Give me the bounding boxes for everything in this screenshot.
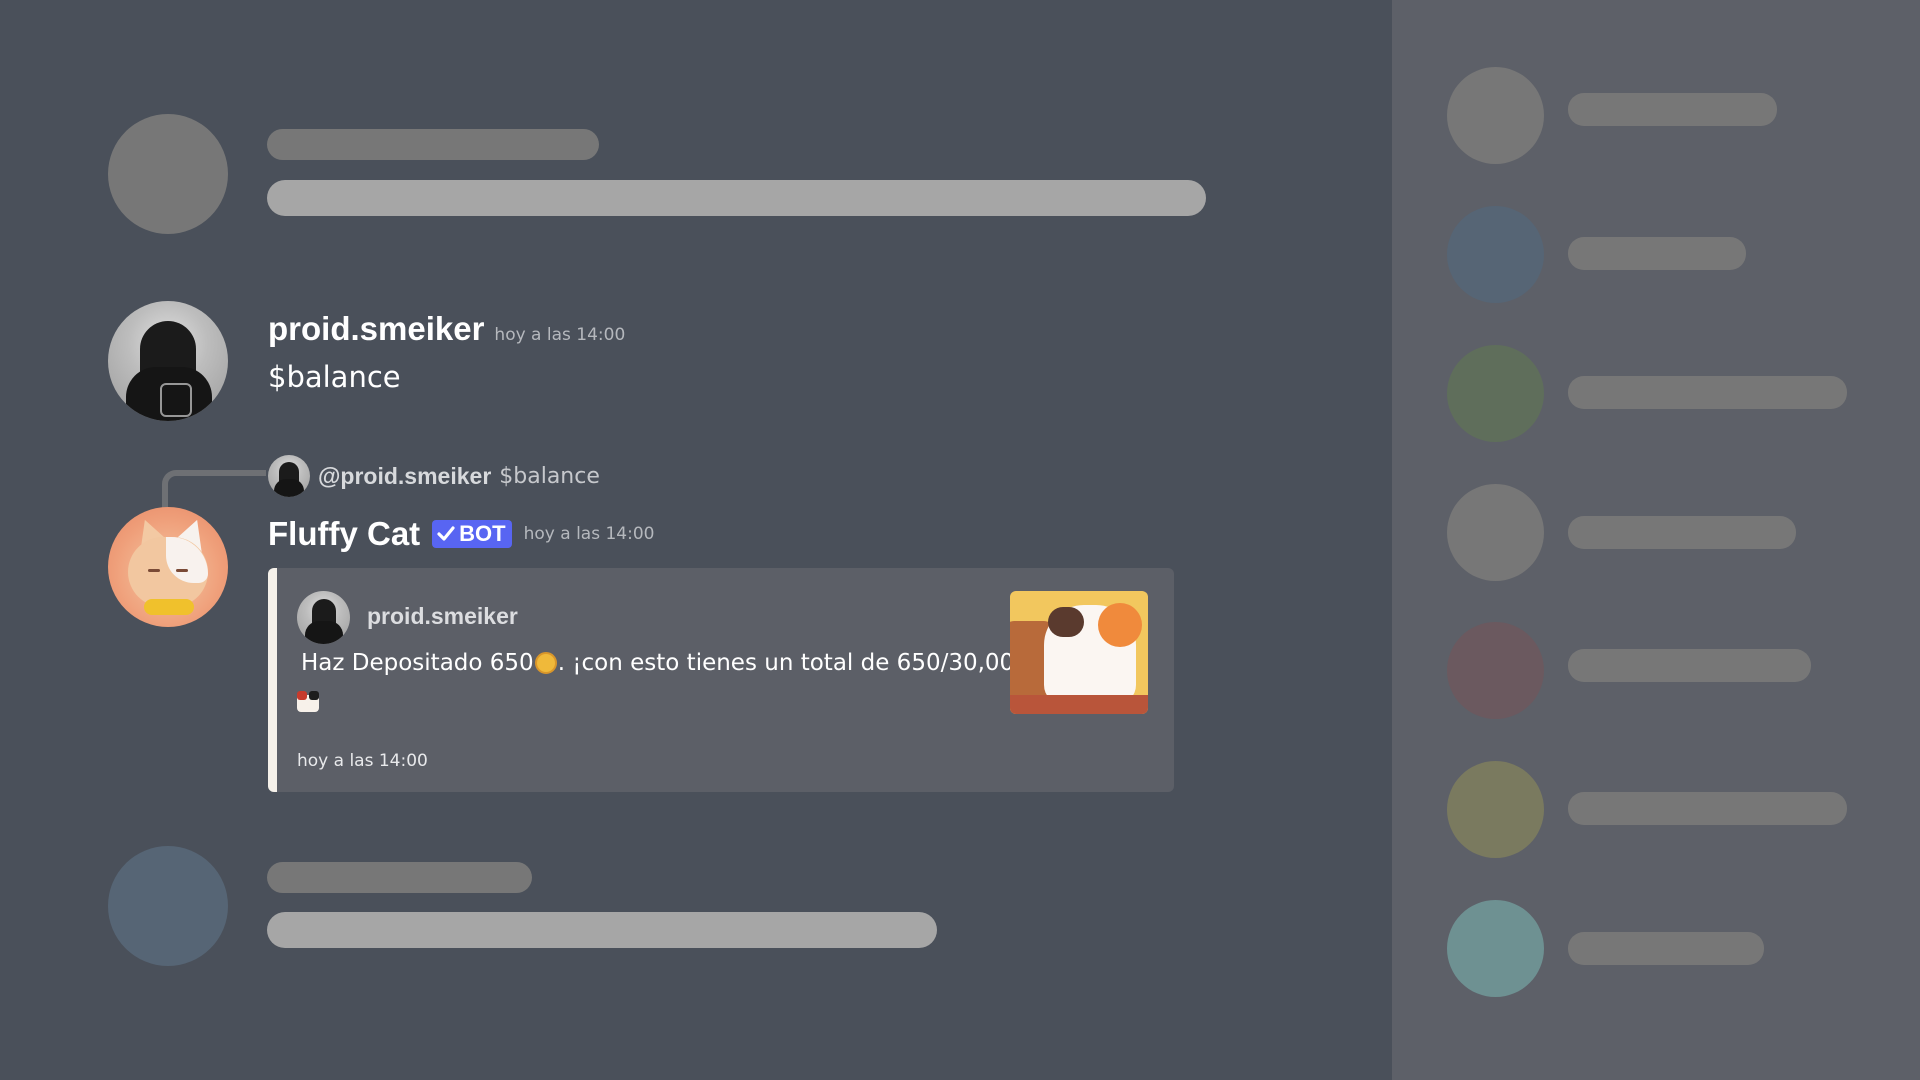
placeholder-name-bar <box>267 862 532 893</box>
cat-eye <box>148 569 160 572</box>
message-header: proid.smeiker hoy a las 14:00 <box>268 310 625 348</box>
embed-description-text: . ¡con esto tienes un total de 650/30,00… <box>557 650 1039 676</box>
member-name-placeholder[interactable] <box>1568 93 1777 126</box>
embed-footer: hoy a las 14:00 <box>297 751 428 771</box>
member-name-placeholder[interactable] <box>1568 649 1811 682</box>
member-name-placeholder[interactable] <box>1568 932 1764 965</box>
message-header: Fluffy Cat BOT hoy a las 14:00 <box>268 515 654 553</box>
member-avatar-placeholder[interactable] <box>1447 484 1544 581</box>
coin-icon <box>534 652 557 674</box>
member-name-placeholder[interactable] <box>1568 237 1746 270</box>
member-name-placeholder[interactable] <box>1568 516 1796 549</box>
checkmark-icon <box>437 526 455 541</box>
embed-author-avatar <box>297 591 350 644</box>
reply-preview[interactable]: @proid.smeiker $balance <box>268 455 600 497</box>
bot-badge: BOT <box>432 520 512 548</box>
member-avatar-placeholder[interactable] <box>1447 67 1544 164</box>
embed-description-text: Haz Depositado 650 <box>301 650 534 676</box>
embed-author-name[interactable]: proid.smeiker <box>367 603 518 630</box>
embed-thumbnail[interactable] <box>1010 591 1148 714</box>
message-author[interactable]: proid.smeiker <box>268 310 484 348</box>
placeholder-text-bar <box>267 912 937 948</box>
message-author[interactable]: Fluffy Cat <box>268 515 420 553</box>
reply-content: $balance <box>499 463 600 489</box>
reply-mention[interactable]: @proid.smeiker <box>318 463 491 490</box>
placeholder-avatar <box>108 846 228 966</box>
message-timestamp: hoy a las 14:00 <box>523 524 655 544</box>
member-avatar-placeholder[interactable] <box>1447 206 1544 303</box>
bot-badge-label: BOT <box>459 521 506 546</box>
member-name-placeholder[interactable] <box>1568 376 1847 409</box>
placeholder-text-bar <box>267 180 1206 216</box>
reply-avatar <box>268 455 310 497</box>
member-avatar-placeholder[interactable] <box>1447 900 1544 997</box>
member-avatar-placeholder[interactable] <box>1447 761 1544 858</box>
member-avatar-placeholder[interactable] <box>1447 622 1544 719</box>
bot-avatar[interactable] <box>108 507 228 627</box>
member-name-placeholder[interactable] <box>1568 792 1847 825</box>
message-content: $balance <box>268 360 401 394</box>
placeholder-name-bar <box>267 129 599 160</box>
message-timestamp: hoy a las 14:00 <box>494 325 626 345</box>
embed-description: Haz Depositado 650 . ¡con esto tienes un… <box>301 650 1038 676</box>
hoodie-print <box>160 383 192 417</box>
avatar[interactable] <box>108 301 228 421</box>
embed-accent-bar <box>268 568 277 792</box>
placeholder-avatar <box>108 114 228 234</box>
member-avatar-placeholder[interactable] <box>1447 345 1544 442</box>
cat-eye <box>176 569 188 572</box>
cat-emoji-icon <box>295 689 321 713</box>
cat-scarf <box>144 599 194 615</box>
